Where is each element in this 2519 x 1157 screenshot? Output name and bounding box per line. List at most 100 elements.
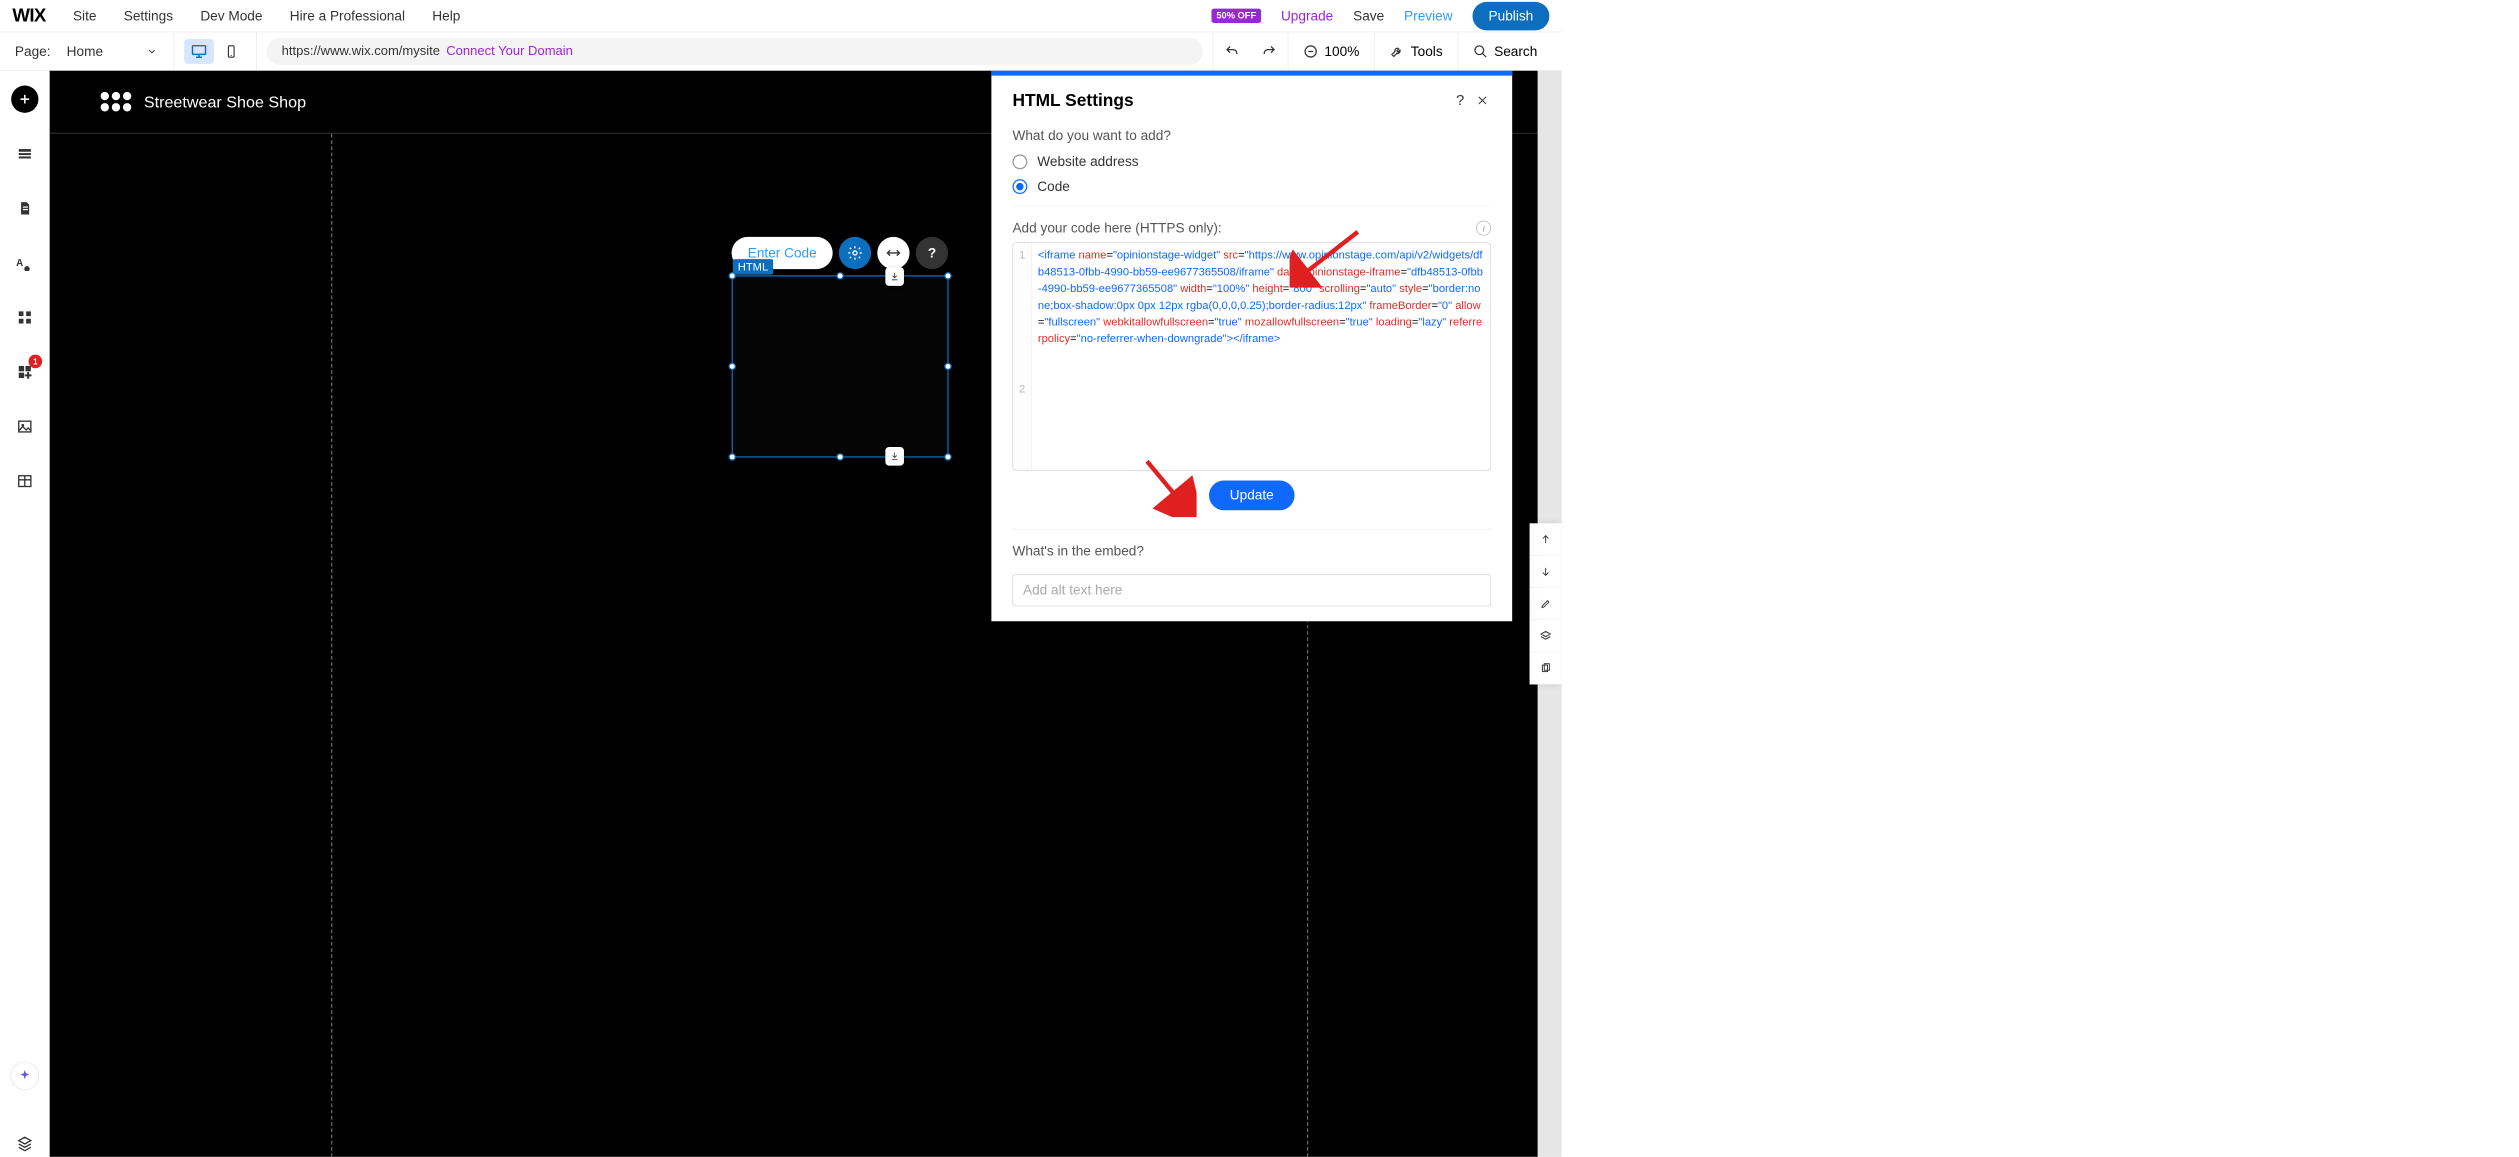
plus-icon [17, 92, 32, 107]
copy-icon [1540, 662, 1551, 673]
resize-handle-bl[interactable] [729, 453, 736, 460]
resize-handle-br[interactable] [944, 453, 951, 460]
sparkle-icon [18, 1069, 32, 1083]
element-type-label: HTML [733, 259, 773, 275]
info-button[interactable]: i [1476, 221, 1491, 236]
dock-layers[interactable] [1530, 620, 1562, 652]
desktop-icon [190, 42, 207, 59]
question-icon: ? [1456, 92, 1464, 109]
arrows-horizontal-icon [886, 245, 902, 261]
radio-icon [1012, 154, 1027, 169]
chevron-down-icon [146, 46, 157, 57]
dock-arrow-up[interactable] [1530, 523, 1562, 555]
redo-button[interactable] [1251, 32, 1288, 70]
element-stretch-button[interactable] [877, 237, 909, 269]
code-label: Add your code here (HTTPS only): [1012, 220, 1221, 236]
update-button[interactable]: Update [1209, 481, 1295, 511]
wrench-icon [1390, 44, 1405, 59]
resize-handle-r[interactable] [944, 363, 951, 370]
resize-handle-tr[interactable] [944, 272, 951, 279]
notification-badge: 1 [29, 355, 43, 369]
panel-help-button[interactable]: ? [1449, 89, 1471, 111]
layers-icon [1539, 630, 1551, 642]
resize-handle-l[interactable] [729, 363, 736, 370]
mobile-view-button[interactable] [216, 39, 246, 64]
site-logo[interactable]: Streetwear Shoe Shop [99, 91, 306, 113]
sections-button[interactable] [11, 140, 38, 167]
question-icon: ? [928, 245, 936, 261]
image-icon [17, 419, 33, 435]
apps-button[interactable] [11, 304, 38, 331]
panel-close-button[interactable] [1471, 89, 1493, 111]
media-button[interactable] [11, 413, 38, 440]
dock-edit[interactable] [1530, 588, 1562, 620]
editor-workspace: A 1 Streetwear Shoe Shop Home Shop 0) on… [0, 71, 1562, 1157]
menu-site[interactable]: Site [73, 8, 97, 24]
wix-logo[interactable]: WIX [12, 5, 45, 26]
search-icon [1473, 44, 1488, 59]
radio-code[interactable]: Code [1012, 179, 1491, 195]
panel-title: HTML Settings [1012, 91, 1448, 111]
pages-button[interactable] [11, 195, 38, 222]
resize-handle-tl[interactable] [729, 272, 736, 279]
zoom-control[interactable]: 100% [1288, 32, 1374, 70]
page-dropdown[interactable]: Home [67, 43, 164, 59]
upgrade-link[interactable]: Upgrade [1281, 8, 1333, 24]
apps-icon [17, 309, 33, 325]
content-button[interactable] [11, 467, 38, 494]
download-icon [890, 272, 900, 282]
layers-icon [17, 1135, 33, 1151]
line-number: 1 [1013, 247, 1031, 264]
menu-hire[interactable]: Hire a Professional [290, 8, 405, 24]
close-icon [1476, 94, 1488, 106]
element-download-button-2[interactable] [885, 447, 904, 466]
add-element-button[interactable] [11, 86, 38, 113]
element-help-button[interactable]: ? [916, 237, 948, 269]
grid-icon [17, 473, 33, 489]
url-bar[interactable]: https://www.wix.com/mysite Connect Your … [267, 38, 1203, 65]
search-button[interactable]: Search [1458, 32, 1553, 70]
alt-text-input[interactable] [1012, 574, 1491, 606]
html-embed-element[interactable]: HTML [732, 275, 949, 457]
dock-arrow-down[interactable] [1530, 556, 1562, 588]
dock-copy[interactable] [1530, 652, 1562, 684]
resize-handle-b[interactable] [836, 453, 843, 460]
ai-button[interactable] [11, 1062, 40, 1091]
element-download-button[interactable] [885, 267, 904, 286]
undo-button[interactable] [1213, 32, 1251, 70]
page-icon [17, 200, 32, 217]
tools-label: Tools [1411, 43, 1443, 59]
design-button[interactable]: A [11, 249, 38, 276]
tools-menu[interactable]: Tools [1374, 32, 1457, 70]
menu-right: 50% OFF Upgrade Save Preview Publish [1211, 2, 1549, 31]
code-content[interactable]: <iframe name="opinionstage-widget" src="… [1032, 243, 1491, 470]
layers-button[interactable] [11, 1130, 38, 1157]
publish-button[interactable]: Publish [1472, 2, 1549, 31]
arrow-down-icon [1540, 566, 1551, 577]
left-sidebar: A 1 [0, 71, 50, 1157]
search-label: Search [1494, 43, 1537, 59]
element-settings-button[interactable] [839, 237, 871, 269]
undo-icon [1225, 44, 1240, 59]
discount-badge: 50% OFF [1211, 9, 1261, 23]
menu-settings[interactable]: Settings [124, 8, 173, 24]
html-settings-panel: HTML Settings ? What do you want to add?… [991, 71, 1512, 622]
save-button[interactable]: Save [1353, 8, 1384, 24]
right-dock [1530, 523, 1562, 684]
pencil-icon [1540, 598, 1551, 609]
business-button[interactable]: 1 [11, 358, 38, 385]
canvas[interactable]: Streetwear Shoe Shop Home Shop 0) on: We… [50, 71, 1562, 1157]
page-label: Page: [15, 43, 51, 59]
preview-button[interactable]: Preview [1404, 8, 1453, 24]
menu-devmode[interactable]: Dev Mode [200, 8, 262, 24]
radio-website-address[interactable]: Website address [1012, 154, 1491, 170]
code-editor[interactable]: 1 2 <iframe name="opinionstage-widget" s… [1012, 242, 1491, 470]
resize-handle-t[interactable] [836, 272, 843, 279]
editor-toolbar: Page: Home https://www.wix.com/mysite Co… [0, 32, 1562, 70]
alt-question: What's in the embed? [1012, 543, 1491, 559]
svg-text:A: A [16, 258, 23, 269]
desktop-view-button[interactable] [184, 39, 214, 64]
zoom-icon [1303, 44, 1318, 59]
menu-help[interactable]: Help [432, 8, 460, 24]
connect-domain-link[interactable]: Connect Your Domain [446, 44, 573, 59]
